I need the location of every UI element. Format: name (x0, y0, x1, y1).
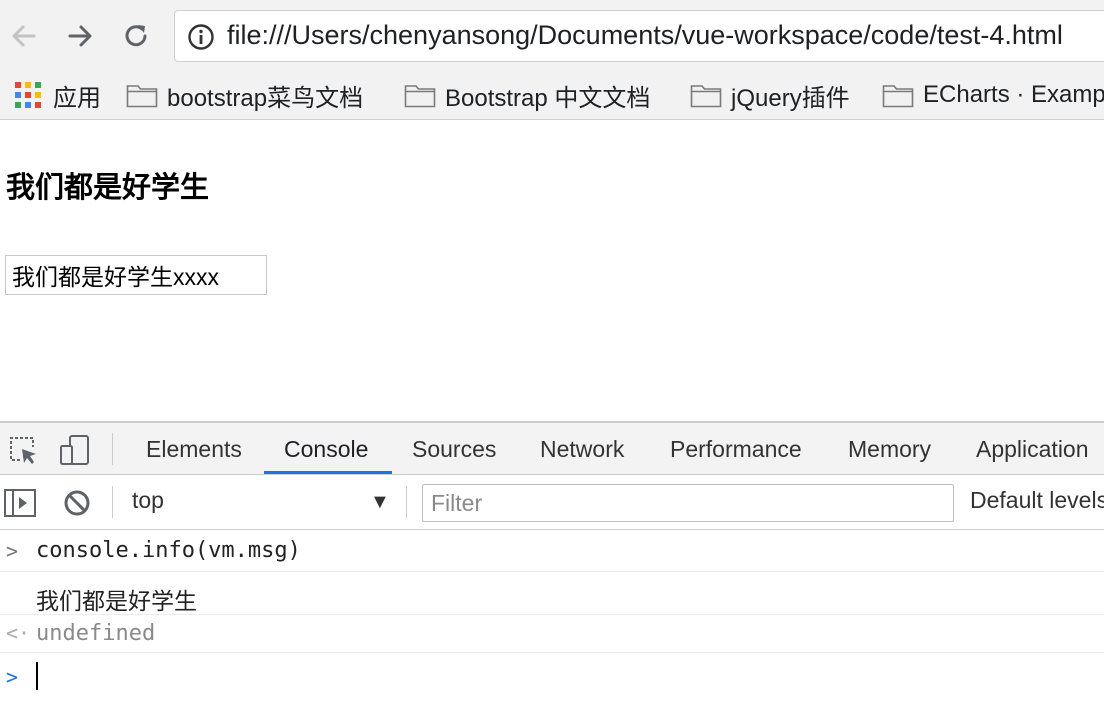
sidebar-toggle-icon[interactable] (3, 486, 37, 520)
address-url: file:///Users/chenyansong/Documents/vue-… (227, 20, 1063, 50)
message-input[interactable] (5, 255, 267, 295)
bookmark-label: Bootstrap 中文文档 (445, 84, 651, 112)
console-input-line: > console.info(vm.msg) (0, 530, 1104, 572)
bookmark-jquery-plugins[interactable]: jQuery插件 (690, 76, 850, 114)
toolbar-divider (112, 433, 113, 465)
device-toggle-icon[interactable] (58, 433, 92, 467)
result-arrow-icon: <· (6, 621, 31, 645)
folder-icon (882, 85, 914, 108)
back-button[interactable] (2, 14, 46, 58)
forward-arrow-icon (68, 25, 92, 47)
devtools-tab-bar: Elements Console Sources Network Perform… (0, 421, 1104, 475)
bookmark-label: ECharts · Examples (923, 81, 1104, 108)
toolbar-divider (112, 486, 113, 518)
page-heading: 我们都是好学生 (6, 172, 210, 204)
back-arrow-icon (12, 25, 36, 47)
folder-icon (126, 85, 158, 108)
tab-performance[interactable]: Performance (670, 423, 802, 474)
log-levels-dropdown[interactable]: Default levels (970, 487, 1104, 514)
console-prompt-line[interactable]: > (0, 653, 1104, 710)
browser-toolbar: file:///Users/chenyansong/Documents/vue-… (0, 0, 1104, 72)
bookmark-echarts[interactable]: ECharts · Examples (882, 76, 1104, 114)
tab-network[interactable]: Network (540, 423, 624, 474)
tab-console[interactable]: Console (284, 423, 368, 474)
inspect-element-icon[interactable] (6, 433, 40, 467)
bookmark-label: 应用 (53, 84, 101, 112)
tab-sources[interactable]: Sources (412, 423, 496, 474)
address-bar[interactable]: file:///Users/chenyansong/Documents/vue-… (174, 10, 1104, 62)
info-icon[interactable] (187, 23, 215, 51)
text-cursor (36, 662, 38, 690)
toolbar-divider (406, 486, 407, 518)
clear-console-icon[interactable] (60, 486, 94, 520)
folder-icon (690, 85, 722, 108)
apps-grid-icon (15, 82, 41, 108)
bookmark-label: bootstrap菜鸟文档 (167, 84, 364, 112)
dropdown-arrow-icon[interactable]: ▼ (370, 491, 390, 514)
active-tab-indicator (264, 471, 392, 474)
console-log-output: 我们都是好学生 (36, 588, 197, 614)
active-prompt-icon: > (6, 665, 19, 689)
tab-memory[interactable]: Memory (848, 423, 931, 474)
console-command: console.info(vm.msg) (36, 538, 301, 563)
folder-icon (404, 85, 436, 108)
bookmark-apps[interactable]: 应用 (15, 76, 101, 114)
reload-icon (125, 25, 147, 47)
reload-button[interactable] (114, 14, 158, 58)
bookmarks-bar: 应用 bootstrap菜鸟文档 Bootstrap 中文文档 jQuery插件… (0, 72, 1104, 120)
console-log-line: 我们都是好学生 (0, 572, 1104, 615)
tab-application[interactable]: Application (976, 423, 1089, 474)
input-prompt-icon: > (6, 539, 19, 563)
bookmark-bootstrap-cn[interactable]: Bootstrap 中文文档 (404, 76, 650, 114)
console-toolbar: top ▼ Default levels (0, 475, 1104, 530)
bookmark-bootstrap-runoob[interactable]: bootstrap菜鸟文档 (126, 76, 363, 114)
forward-button[interactable] (58, 14, 102, 58)
console-return-value: undefined (36, 621, 156, 646)
console-messages: > console.info(vm.msg) 我们都是好学生 <· undefi… (0, 530, 1104, 710)
tab-elements[interactable]: Elements (146, 423, 242, 474)
bookmark-label: jQuery插件 (731, 84, 850, 112)
execution-context-select[interactable]: top (132, 487, 164, 514)
console-filter-input[interactable] (422, 484, 954, 522)
console-result-line: <· undefined (0, 615, 1104, 653)
